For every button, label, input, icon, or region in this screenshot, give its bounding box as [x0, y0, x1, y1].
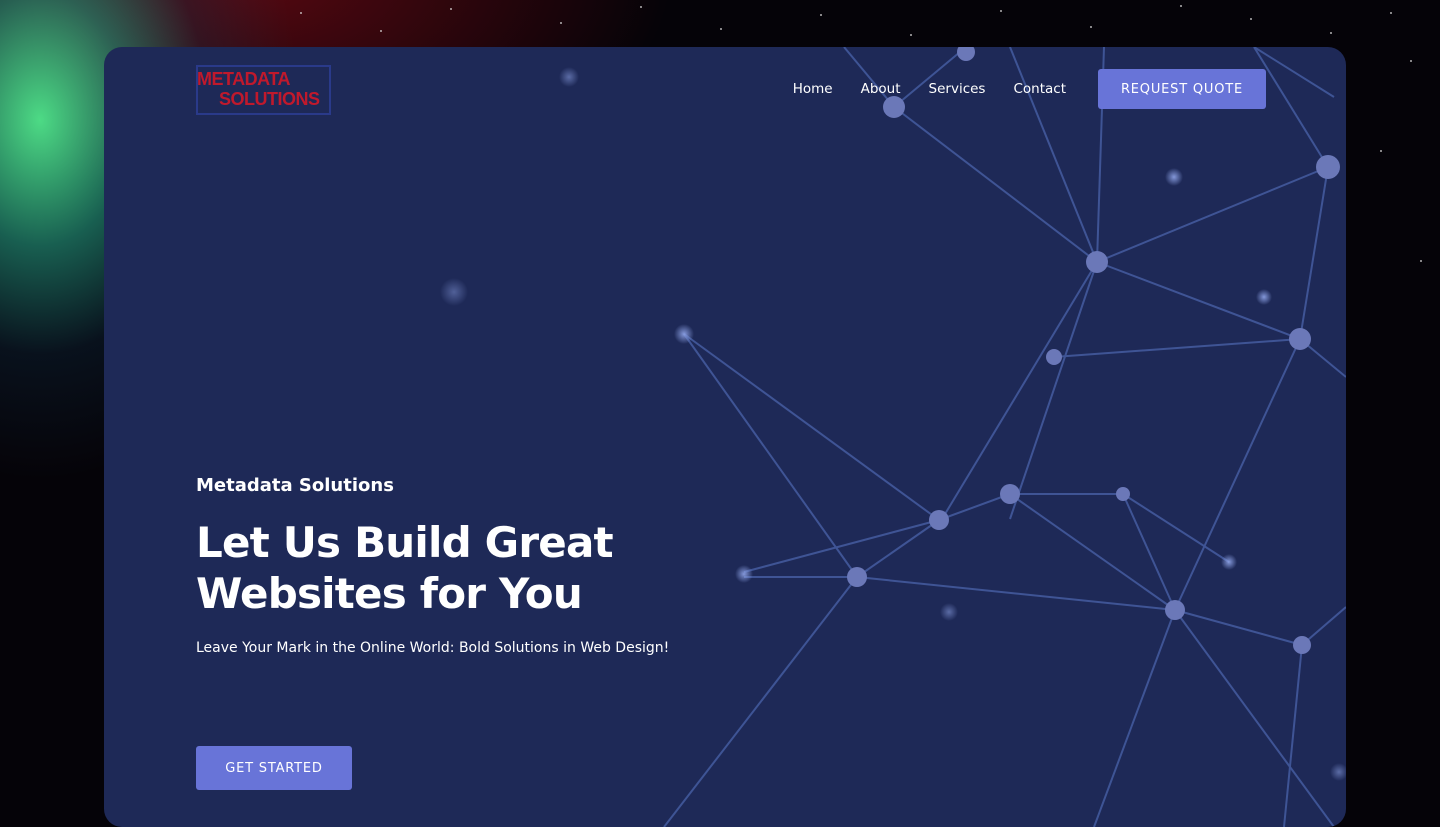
star [1250, 18, 1252, 20]
request-quote-button[interactable]: REQUEST QUOTE [1098, 69, 1266, 109]
hero-title: Let Us Build Great Websites for You [196, 518, 614, 618]
nav-link-about[interactable]: About [861, 81, 901, 97]
hero-subtitle: Leave Your Mark in the Online World: Bol… [196, 640, 670, 656]
network-background-graphic [440, 47, 1346, 827]
star [560, 22, 562, 24]
hero-eyebrow: Metadata Solutions [196, 475, 394, 496]
nav-link-contact[interactable]: Contact [1013, 81, 1066, 97]
nav-link-services[interactable]: Services [929, 81, 986, 97]
main-navigation: Home About Services Contact REQUEST QUOT… [793, 69, 1266, 109]
star [640, 6, 642, 8]
star [1090, 26, 1092, 28]
logo-text-line1: METADATA [197, 69, 290, 89]
site-logo[interactable]: METADATA SOLUTIONS [196, 65, 331, 115]
star [720, 28, 722, 30]
star [1180, 5, 1182, 7]
star [910, 34, 912, 36]
star [1410, 60, 1412, 62]
star [380, 30, 382, 32]
hero-card: METADATA SOLUTIONS Home About Services C… [104, 47, 1346, 827]
star [450, 8, 452, 10]
star [1380, 150, 1382, 152]
star [1420, 260, 1422, 262]
get-started-button[interactable]: GET STARTED [196, 746, 352, 790]
logo-text-line2: SOLUTIONS [219, 89, 320, 109]
star [820, 14, 822, 16]
nav-link-home[interactable]: Home [793, 81, 833, 97]
star [1390, 12, 1392, 14]
star [1000, 10, 1002, 12]
star [300, 12, 302, 14]
star [1330, 32, 1332, 34]
